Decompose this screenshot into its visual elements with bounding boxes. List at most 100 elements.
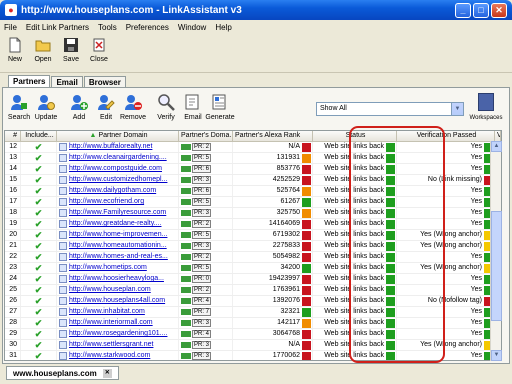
new-button[interactable]: New [4, 35, 26, 72]
partner-domain-link[interactable]: http://www.ecofriend.org [69, 197, 144, 207]
include-checkbox[interactable]: ✔ [21, 307, 57, 317]
app-icon: ● [5, 4, 17, 16]
column-header-alexa-rank[interactable]: Partner's Alexa Rank [233, 131, 313, 141]
include-checkbox[interactable]: ✔ [21, 186, 57, 196]
include-checkbox[interactable]: ✔ [21, 175, 57, 185]
include-checkbox[interactable]: ✔ [21, 219, 57, 229]
include-checkbox[interactable]: ✔ [21, 274, 57, 284]
menu-preferences[interactable]: Preferences [126, 23, 169, 32]
partner-domain-link[interactable]: http://www.dailygotham.com [69, 186, 156, 196]
include-checkbox[interactable]: ✔ [21, 263, 57, 273]
partner-domain-link[interactable]: http://www.starkwood.com [69, 351, 150, 360]
scroll-thumb[interactable] [491, 211, 502, 321]
menu-edit-link-partners[interactable]: Edit Link Partners [26, 23, 89, 32]
scroll-down-icon[interactable]: ▼ [491, 350, 502, 361]
include-checkbox[interactable]: ✔ [21, 142, 57, 152]
add-button[interactable]: Add [68, 91, 90, 129]
project-tab[interactable]: www.houseplans.com ✕ [6, 366, 119, 380]
include-checkbox[interactable]: ✔ [21, 318, 57, 328]
partner-domain-link[interactable]: http://www.compostguide.com [69, 164, 162, 174]
update-button[interactable]: Update [35, 91, 57, 129]
alexa-rank-value: 853776 [276, 165, 300, 172]
partner-domain-link[interactable]: http://www.inhabitat.com [69, 307, 145, 317]
partner-domain-link[interactable]: http://www.hometips.com [69, 263, 147, 273]
partner-domain-link[interactable]: http://www.homes-and-real-es... [69, 252, 168, 262]
column-header-partner-domain-pr[interactable]: Partner's Doma... [179, 131, 233, 141]
verification-text: Yes [470, 330, 482, 337]
partner-domain-link[interactable]: http://www.Familyresource.com [69, 208, 166, 218]
partner-domain-link[interactable]: http://www.homeautomationin... [69, 241, 167, 251]
generate-button[interactable]: Generate [205, 91, 235, 129]
save-button[interactable]: Save [60, 35, 82, 72]
link-icon [59, 165, 67, 173]
close-button[interactable]: Close [88, 35, 110, 72]
include-checkbox[interactable]: ✔ [21, 208, 57, 218]
column-header-number[interactable]: # [5, 131, 21, 141]
column-header-partner-domain[interactable]: ▲ Partner Domain [57, 131, 179, 141]
include-checkbox[interactable]: ✔ [21, 252, 57, 262]
checkmark-icon: ✔ [34, 252, 43, 262]
partner-domain-link[interactable]: http://www.greatdane-realty.... [69, 219, 161, 229]
tab-partners[interactable]: Partners [8, 75, 51, 87]
edit-button[interactable]: Edit [95, 91, 117, 129]
menu-file[interactable]: File [4, 23, 17, 32]
verification-text: Yes [470, 220, 482, 227]
include-checkbox[interactable]: ✔ [21, 285, 57, 295]
include-checkbox[interactable]: ✔ [21, 351, 57, 360]
close-window-button[interactable]: ✕ [491, 2, 507, 18]
menu-help[interactable]: Help [215, 23, 231, 32]
partner-domain-cell: http://www.interiormall.com [57, 318, 179, 328]
partner-domain-cell: http://www.hometips.com [57, 263, 179, 273]
include-checkbox[interactable]: ✔ [21, 296, 57, 306]
close-tab-icon[interactable]: ✕ [102, 368, 112, 378]
menu-window[interactable]: Window [178, 23, 206, 32]
menu-tools[interactable]: Tools [98, 23, 117, 32]
chevron-down-icon[interactable]: ▼ [451, 103, 463, 115]
link-icon [59, 341, 67, 349]
partner-domain-cell: http://www.dailygotham.com [57, 186, 179, 196]
include-checkbox[interactable]: ✔ [21, 329, 57, 339]
partner-domain-link[interactable]: http://www.houseplans4all.com [69, 296, 165, 306]
partner-domain-link[interactable]: http://www.hoosierheavyloga... [69, 274, 164, 284]
open-button[interactable]: Open [32, 35, 54, 72]
include-checkbox[interactable]: ✔ [21, 340, 57, 350]
search-button[interactable]: Search [8, 91, 30, 129]
pagerank-cell: PR: 3 [179, 340, 233, 350]
verification-text: Yes [470, 198, 482, 205]
email-button[interactable]: Email [182, 91, 204, 129]
include-checkbox[interactable]: ✔ [21, 164, 57, 174]
maximize-button[interactable]: □ [473, 2, 489, 18]
include-checkbox[interactable]: ✔ [21, 153, 57, 163]
partner-domain-link[interactable]: http://www.home-improvemen... [69, 230, 167, 240]
remove-button[interactable]: Remove [120, 91, 146, 129]
include-checkbox[interactable]: ✔ [21, 197, 57, 207]
minimize-button[interactable]: _ [455, 2, 471, 18]
link-icon [59, 187, 67, 195]
partner-domain-link[interactable]: http://www.customizedhomepl... [69, 175, 167, 185]
link-icon [59, 286, 67, 294]
tab-browser[interactable]: Browser [83, 76, 126, 87]
row-number: 31 [5, 351, 21, 360]
partner-domain-link[interactable]: http://www.settlersgrant.net [69, 340, 153, 350]
alexa-status-indicator [302, 318, 311, 328]
scroll-up-icon[interactable]: ▲ [491, 141, 502, 152]
column-header-include[interactable]: Include... [21, 131, 57, 141]
tab-email[interactable]: Email [51, 76, 83, 87]
row-number: 15 [5, 175, 21, 185]
partner-domain-link[interactable]: http://www.rosegardening101.... [69, 329, 167, 339]
include-checkbox[interactable]: ✔ [21, 241, 57, 251]
partner-domain-link[interactable]: http://www.interiormall.com [69, 318, 153, 328]
alexa-status-indicator [302, 175, 311, 185]
include-checkbox[interactable]: ✔ [21, 230, 57, 240]
workspaces-button[interactable]: Workspaces [468, 93, 504, 121]
pagerank-bar [181, 276, 191, 282]
verify-button[interactable]: Verify [155, 91, 177, 129]
alexa-status-indicator [302, 153, 311, 163]
column-header-verification-date[interactable]: Verification ... [495, 131, 501, 141]
partner-domain-link[interactable]: http://www.cleanairgardening.... [69, 153, 167, 163]
partner-domain-link[interactable]: http://www.buffalorealty.net [69, 142, 152, 152]
vertical-scrollbar[interactable]: ▲ ▼ [490, 141, 502, 361]
link-icon [59, 297, 67, 305]
filter-select[interactable]: Show All ▼ [316, 102, 464, 116]
partner-domain-link[interactable]: http://www.houseplan.com [69, 285, 151, 295]
